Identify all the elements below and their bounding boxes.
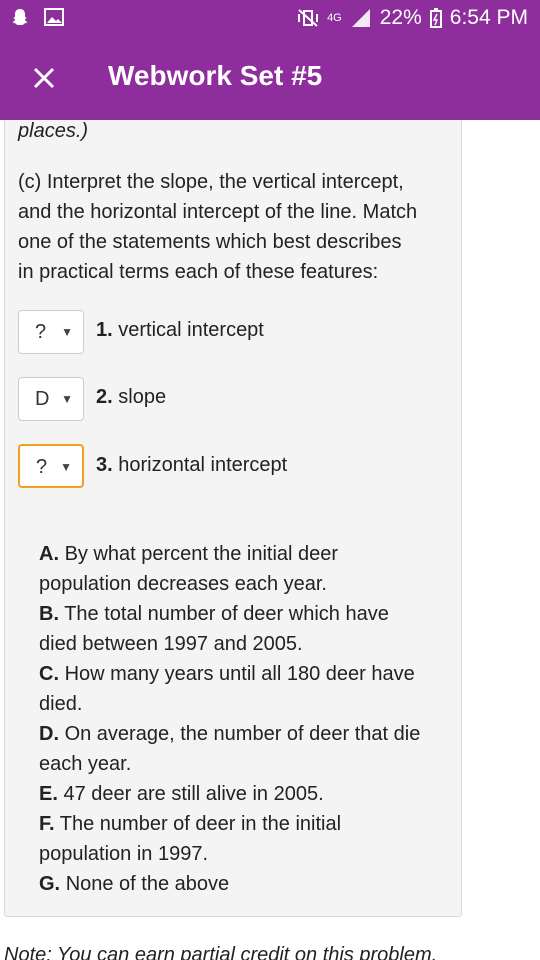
prev-text: places.) [18,120,89,142]
option-f: F. The number of deer in the initial [39,813,342,835]
option-d-cont: each year. [39,753,132,775]
answer-select-2[interactable]: D ▼ [18,377,84,421]
dropdown-arrow-icon: ▼ [61,392,73,406]
question-text: slope [118,386,167,408]
option-a: A. By what percent the initial deer [39,543,339,565]
network-type: 4G [327,12,342,24]
option-b-cont: died between 1997 and 2005. [39,633,303,655]
select-value: ? [36,456,48,478]
battery-percent: 22% [379,6,422,29]
mute-vibrate-icon [298,9,319,27]
signal-icon [351,9,370,27]
app-bar: Webwork Set #5 [0,38,540,120]
clock: 6:54 PM [449,6,528,29]
partial-credit-note: Note: You can earn partial credit on thi… [4,944,438,960]
option-b: B. The total number of deer which have [39,603,389,625]
image-icon [44,8,64,26]
question-number: 1. [96,319,113,341]
status-bar: 4G 22% 6:54 PM [0,0,540,38]
answer-select-3[interactable]: ? ▼ [18,444,84,488]
option-c: C. How many years until all 180 deer hav… [39,663,415,685]
part-c-line: one of the statements which best describ… [18,231,402,253]
option-a-cont: population decreases each year. [39,573,327,595]
select-value: ? [35,321,47,343]
option-f-cont: population in 1997. [39,843,209,865]
page-title: Webwork Set #5 [108,60,323,91]
option-c-cont: died. [39,693,83,715]
question-label-2: 2. slope [96,386,166,409]
question-number: 2. [96,386,113,408]
problem-content[interactable]: places.) (c) Interpret the slope, the ve… [0,120,540,960]
question-number: 3. [96,454,113,476]
select-value: D [35,388,50,410]
part-c-line: (c) Interpret the slope, the vertical in… [18,171,404,193]
dropdown-arrow-icon: ▼ [61,325,73,339]
part-c-line: in practical terms each of these feature… [18,261,379,283]
question-label-1: 1. vertical intercept [96,319,264,342]
answer-options: A. By what percent the initial deer popu… [39,539,439,899]
option-e: E. 47 deer are still alive in 2005. [39,783,324,805]
question-label-3: 3. horizontal intercept [96,454,287,477]
answer-select-1[interactable]: ? ▼ [18,310,84,354]
snapchat-icon [12,9,28,25]
question-text: horizontal intercept [118,454,288,476]
dropdown-arrow-icon: ▼ [60,460,72,474]
option-d: D. On average, the number of deer that d… [39,723,421,745]
battery-icon [429,8,442,28]
part-c-line: and the horizontal intercept of the line… [18,201,418,223]
close-icon [33,67,55,89]
question-text: vertical intercept [118,319,264,341]
close-button[interactable] [24,58,64,98]
option-g: G. None of the above [39,873,230,895]
